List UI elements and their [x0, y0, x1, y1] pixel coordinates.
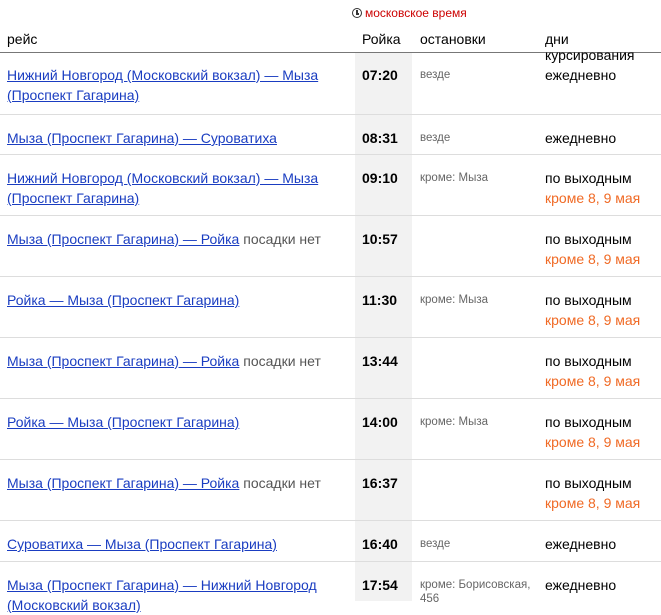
clock-icon	[352, 8, 362, 18]
route-link[interactable]: Мыза (Проспект Гагарина) — Нижний Новгор…	[7, 577, 317, 613]
stops-info: кроме: Мыза	[420, 416, 489, 428]
route-cell: Нижний Новгород (Московский вокзал) — Мы…	[7, 65, 347, 105]
route-cell: Нижний Новгород (Московский вокзал) — Мы…	[7, 168, 347, 208]
days-label: ежедневно	[545, 577, 617, 593]
header-stops: остановки	[420, 31, 486, 47]
timezone-label: московское время	[365, 6, 467, 20]
route-link[interactable]: Мыза (Проспект Гагарина) — Ройка	[7, 231, 239, 247]
days-label: по выходным	[545, 353, 632, 369]
route-note: посадки нет	[243, 231, 321, 247]
days-cell: по выходным кроме 8, 9 мая	[545, 351, 640, 391]
schedule-row: Нижний Новгород (Московский вокзал) — Мы…	[0, 52, 661, 114]
days-label: ежедневно	[545, 536, 617, 552]
days-label: по выходным	[545, 475, 632, 491]
departure-time: 10:57	[362, 231, 398, 247]
stops-info: везде	[420, 538, 451, 550]
route-cell: Мыза (Проспект Гагарина) — Суроватиха	[7, 128, 347, 148]
schedule-row: Нижний Новгород (Московский вокзал) — Мы…	[0, 154, 661, 216]
days-cell: ежедневно	[545, 65, 616, 85]
route-cell: Суроватиха — Мыза (Проспект Гагарина)	[7, 534, 347, 554]
route-link[interactable]: Нижний Новгород (Московский вокзал) — Мы…	[7, 67, 318, 103]
days-exception: кроме 8, 9 мая	[545, 190, 641, 206]
schedule-row: Ройка — Мыза (Проспект Гагарина) 14:00 кро…	[0, 398, 661, 460]
departure-time: 11:30	[362, 292, 398, 308]
schedule-row: Суроватиха — Мыза (Проспект Гагарина) 16:…	[0, 520, 661, 562]
schedule-row: Мыза (Проспект Гагарина) — Нижний Новгор…	[0, 561, 661, 613]
schedule-row: Мыза (Проспект Гагарина) — Ройка посадки…	[0, 337, 661, 399]
route-cell: Мыза (Проспект Гагарина) — Ройка посадки…	[7, 229, 347, 249]
days-label: ежедневно	[545, 67, 617, 83]
route-link[interactable]: Мыза (Проспект Гагарина) — Ройка	[7, 475, 239, 491]
route-note: посадки нет	[243, 353, 321, 369]
stops-info: везде	[420, 69, 451, 81]
route-note: посадки нет	[243, 475, 321, 491]
days-exception: кроме 8, 9 мая	[545, 434, 641, 450]
departure-time: 16:37	[362, 475, 398, 491]
days-label: ежедневно	[545, 130, 617, 146]
route-link[interactable]: Мыза (Проспект Гагарина) — Суроватиха	[7, 130, 277, 146]
route-cell: Ройка — Мыза (Проспект Гагарина)	[7, 412, 347, 432]
schedule-row: Мыза (Проспект Гагарина) — Суроватиха 08:…	[0, 114, 661, 155]
route-cell: Мыза (Проспект Гагарина) — Ройка посадки…	[7, 473, 347, 493]
days-exception: кроме 8, 9 мая	[545, 495, 641, 511]
departure-time: 09:10	[362, 170, 398, 186]
days-cell: ежедневно	[545, 575, 616, 595]
route-cell: Ройка — Мыза (Проспект Гагарина)	[7, 290, 347, 310]
table-header: рейс Ройка остановки дни курсирования	[0, 28, 661, 63]
days-cell: по выходным кроме 8, 9 мая	[545, 412, 640, 452]
stops-info: кроме: Мыза	[420, 172, 489, 184]
days-cell: по выходным кроме 8, 9 мая	[545, 473, 640, 513]
departure-time: 17:54	[362, 577, 398, 593]
days-cell: ежедневно	[545, 534, 616, 554]
route-link[interactable]: Мыза (Проспект Гагарина) — Ройка	[7, 353, 239, 369]
route-cell: Мыза (Проспект Гагарина) — Ройка посадки…	[7, 351, 347, 371]
days-exception: кроме 8, 9 мая	[545, 373, 641, 389]
schedule-row: Ройка — Мыза (Проспект Гагарина) 11:30 кро…	[0, 276, 661, 338]
days-label: по выходным	[545, 292, 632, 308]
schedule-row: Мыза (Проспект Гагарина) — Ройка посадки…	[0, 459, 661, 521]
route-link[interactable]: Нижний Новгород (Московский вокзал) — Мы…	[7, 170, 318, 206]
departure-time: 14:00	[362, 414, 398, 430]
stops-info: кроме: Мыза	[420, 294, 489, 306]
route-cell: Мыза (Проспект Гагарина) — Нижний Новгор…	[7, 575, 347, 615]
header-route: рейс	[7, 31, 38, 47]
departure-time: 16:40	[362, 536, 398, 552]
days-label: по выходным	[545, 414, 632, 430]
timezone-note: московское время	[352, 5, 467, 21]
departure-time: 13:44	[362, 353, 398, 369]
stops-info: кроме: Борисовская, 456	[420, 579, 531, 605]
days-exception: кроме 8, 9 мая	[545, 312, 641, 328]
route-link[interactable]: Ройка — Мыза (Проспект Гагарина)	[7, 292, 239, 308]
days-cell: по выходным кроме 8, 9 мая	[545, 168, 640, 208]
days-cell: ежедневно	[545, 128, 616, 148]
days-label: по выходным	[545, 170, 632, 186]
days-label: по выходным	[545, 231, 632, 247]
header-station: Ройка	[362, 31, 401, 47]
stops-info: везде	[420, 132, 451, 144]
days-cell: по выходным кроме 8, 9 мая	[545, 229, 640, 269]
route-link[interactable]: Ройка — Мыза (Проспект Гагарина)	[7, 414, 239, 430]
departure-time: 08:31	[362, 130, 398, 146]
schedule-row: Мыза (Проспект Гагарина) — Ройка посадки…	[0, 215, 661, 277]
departure-time: 07:20	[362, 67, 398, 83]
days-exception: кроме 8, 9 мая	[545, 251, 641, 267]
route-link[interactable]: Суроватиха — Мыза (Проспект Гагарина)	[7, 536, 277, 552]
days-cell: по выходным кроме 8, 9 мая	[545, 290, 640, 330]
